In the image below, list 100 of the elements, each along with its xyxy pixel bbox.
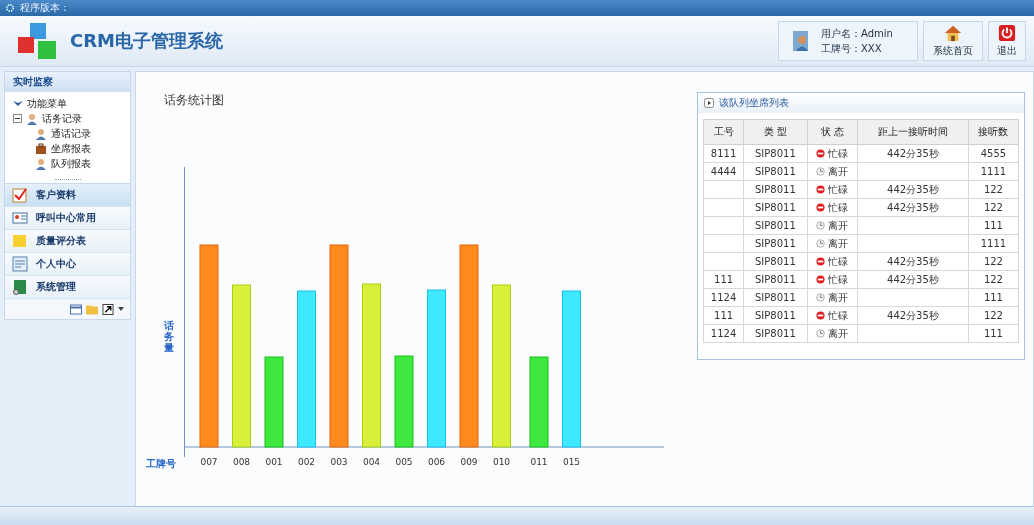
chevron-icon[interactable] — [13, 100, 23, 107]
status-text: 离开 — [828, 237, 849, 249]
table-cell: 122 — [968, 252, 1019, 271]
status-text: 忙碌 — [828, 255, 849, 267]
x-tick-label: 015 — [562, 457, 581, 467]
table-cell: SIP8011 — [743, 216, 808, 235]
table-cell: 122 — [968, 198, 1019, 217]
table-cell: 111 — [703, 270, 744, 289]
table-cell: 4444 — [703, 162, 744, 181]
y-axis-label: 话务量 — [164, 320, 174, 353]
x-tick-label: 009 — [460, 457, 478, 467]
table-cell: 122 — [968, 180, 1019, 199]
table-cell: SIP8011 — [743, 306, 808, 325]
table-cell: 442分35秒 — [857, 252, 969, 271]
expand-icon[interactable] — [704, 98, 714, 108]
column-header: 距上一接听时间 — [857, 119, 969, 145]
column-header: 状 态 — [807, 119, 858, 145]
table-cell: 442分35秒 — [857, 180, 969, 199]
tree-item[interactable]: 队列报表 — [51, 156, 91, 171]
table-cell — [703, 180, 744, 199]
gear-icon — [5, 3, 15, 13]
status-text: 离开 — [828, 165, 849, 177]
x-tick-label: 005 — [395, 457, 413, 467]
table-cell — [703, 234, 744, 253]
x-tick-label: 004 — [362, 457, 381, 467]
x-tick-label: 011 — [530, 457, 548, 467]
status-text: 忙碌 — [828, 273, 849, 285]
caret-icon[interactable] — [118, 307, 125, 311]
table-cell: 442分35秒 — [857, 198, 969, 217]
nav-item[interactable]: 系统管理 — [5, 276, 131, 299]
status-text: 离开 — [828, 291, 849, 303]
house-icon — [943, 24, 963, 42]
table-cell: SIP8011 — [743, 324, 808, 343]
table-cell: 111 — [968, 324, 1019, 343]
status-text: 忙碌 — [828, 147, 849, 159]
tree-item[interactable]: 坐席报表 — [51, 141, 91, 156]
table-cell: 111 — [968, 216, 1019, 235]
table-cell: 1111 — [968, 234, 1019, 253]
status-text: 离开 — [828, 219, 849, 231]
column-header: 工号 — [703, 119, 744, 145]
panel-header[interactable]: 实时监察 — [5, 72, 131, 92]
user-name: 用户名：Admin — [821, 26, 893, 41]
table-cell: 4555 — [968, 144, 1019, 163]
x-tick-label: 008 — [232, 457, 251, 467]
nav-item[interactable]: 质量评分表 — [5, 230, 131, 253]
x-tick-label: 006 — [427, 457, 446, 467]
person-icon — [35, 127, 47, 140]
table-cell: SIP8011 — [743, 252, 808, 271]
status-text: 离开 — [828, 327, 849, 339]
calendar-icon[interactable] — [70, 303, 83, 315]
tree-item[interactable]: 通话记录 — [51, 126, 91, 141]
power-icon — [997, 24, 1017, 42]
table-cell: 8111 — [703, 144, 744, 163]
tree-item[interactable]: 话务记录 — [42, 111, 82, 126]
collapse-icon[interactable] — [13, 114, 22, 123]
x-tick-label: 001 — [265, 457, 283, 467]
table-cell: 111 — [703, 306, 744, 325]
form-icon — [12, 256, 28, 272]
briefcase-icon — [35, 142, 47, 155]
resize-grip[interactable] — [54, 178, 81, 182]
table-cell: SIP8011 — [743, 270, 808, 289]
table-cell: 442分35秒 — [857, 270, 969, 289]
nav-item[interactable]: 客户资料 — [5, 184, 131, 207]
table-cell: SIP8011 — [743, 288, 808, 307]
shortcut-icon[interactable] — [102, 303, 115, 315]
status-text: 忙碌 — [828, 201, 849, 213]
table-cell: SIP8011 — [743, 162, 808, 181]
table-cell: 1124 — [703, 324, 744, 343]
user-card-icon — [791, 30, 811, 52]
table-cell: 122 — [968, 306, 1019, 325]
x-tick-label: 003 — [330, 457, 348, 467]
column-header: 类 型 — [743, 119, 808, 145]
home-button[interactable]: 系统首页 — [923, 21, 983, 61]
badge-number: 工牌号：XXX — [821, 41, 883, 56]
table-cell: SIP8011 — [743, 234, 808, 253]
book-icon — [12, 279, 28, 295]
table-cell: 442分35秒 — [857, 144, 969, 163]
version-label: 程序版本： — [20, 1, 70, 15]
x-tick-label: 010 — [492, 457, 511, 467]
table-cell: 111 — [968, 288, 1019, 307]
table-cell — [703, 198, 744, 217]
person-icon — [26, 112, 38, 125]
x-tick-label: 007 — [200, 457, 218, 467]
checklist-icon — [12, 187, 28, 203]
nav-item[interactable]: 个人中心 — [5, 253, 131, 276]
table-cell: SIP8011 — [743, 198, 808, 217]
status-text: 忙碌 — [828, 183, 849, 195]
table-cell: SIP8011 — [743, 144, 808, 163]
panel-title: 该队列坐席列表 — [719, 96, 789, 110]
tree-item[interactable]: 功能菜单 — [27, 96, 67, 111]
exit-button[interactable]: 退出 — [988, 21, 1026, 61]
x-axis-label: 工牌号 — [146, 457, 177, 471]
table-cell: 1111 — [968, 162, 1019, 181]
table-cell: 122 — [968, 270, 1019, 289]
app-title: CRM电子管理系统 — [70, 29, 223, 53]
nav-item[interactable]: 呼叫中心常用 — [5, 207, 131, 230]
status-text: 忙碌 — [828, 309, 849, 321]
x-tick-label: 002 — [297, 457, 316, 467]
table-cell — [703, 252, 744, 271]
table-cell: 1124 — [703, 288, 744, 307]
